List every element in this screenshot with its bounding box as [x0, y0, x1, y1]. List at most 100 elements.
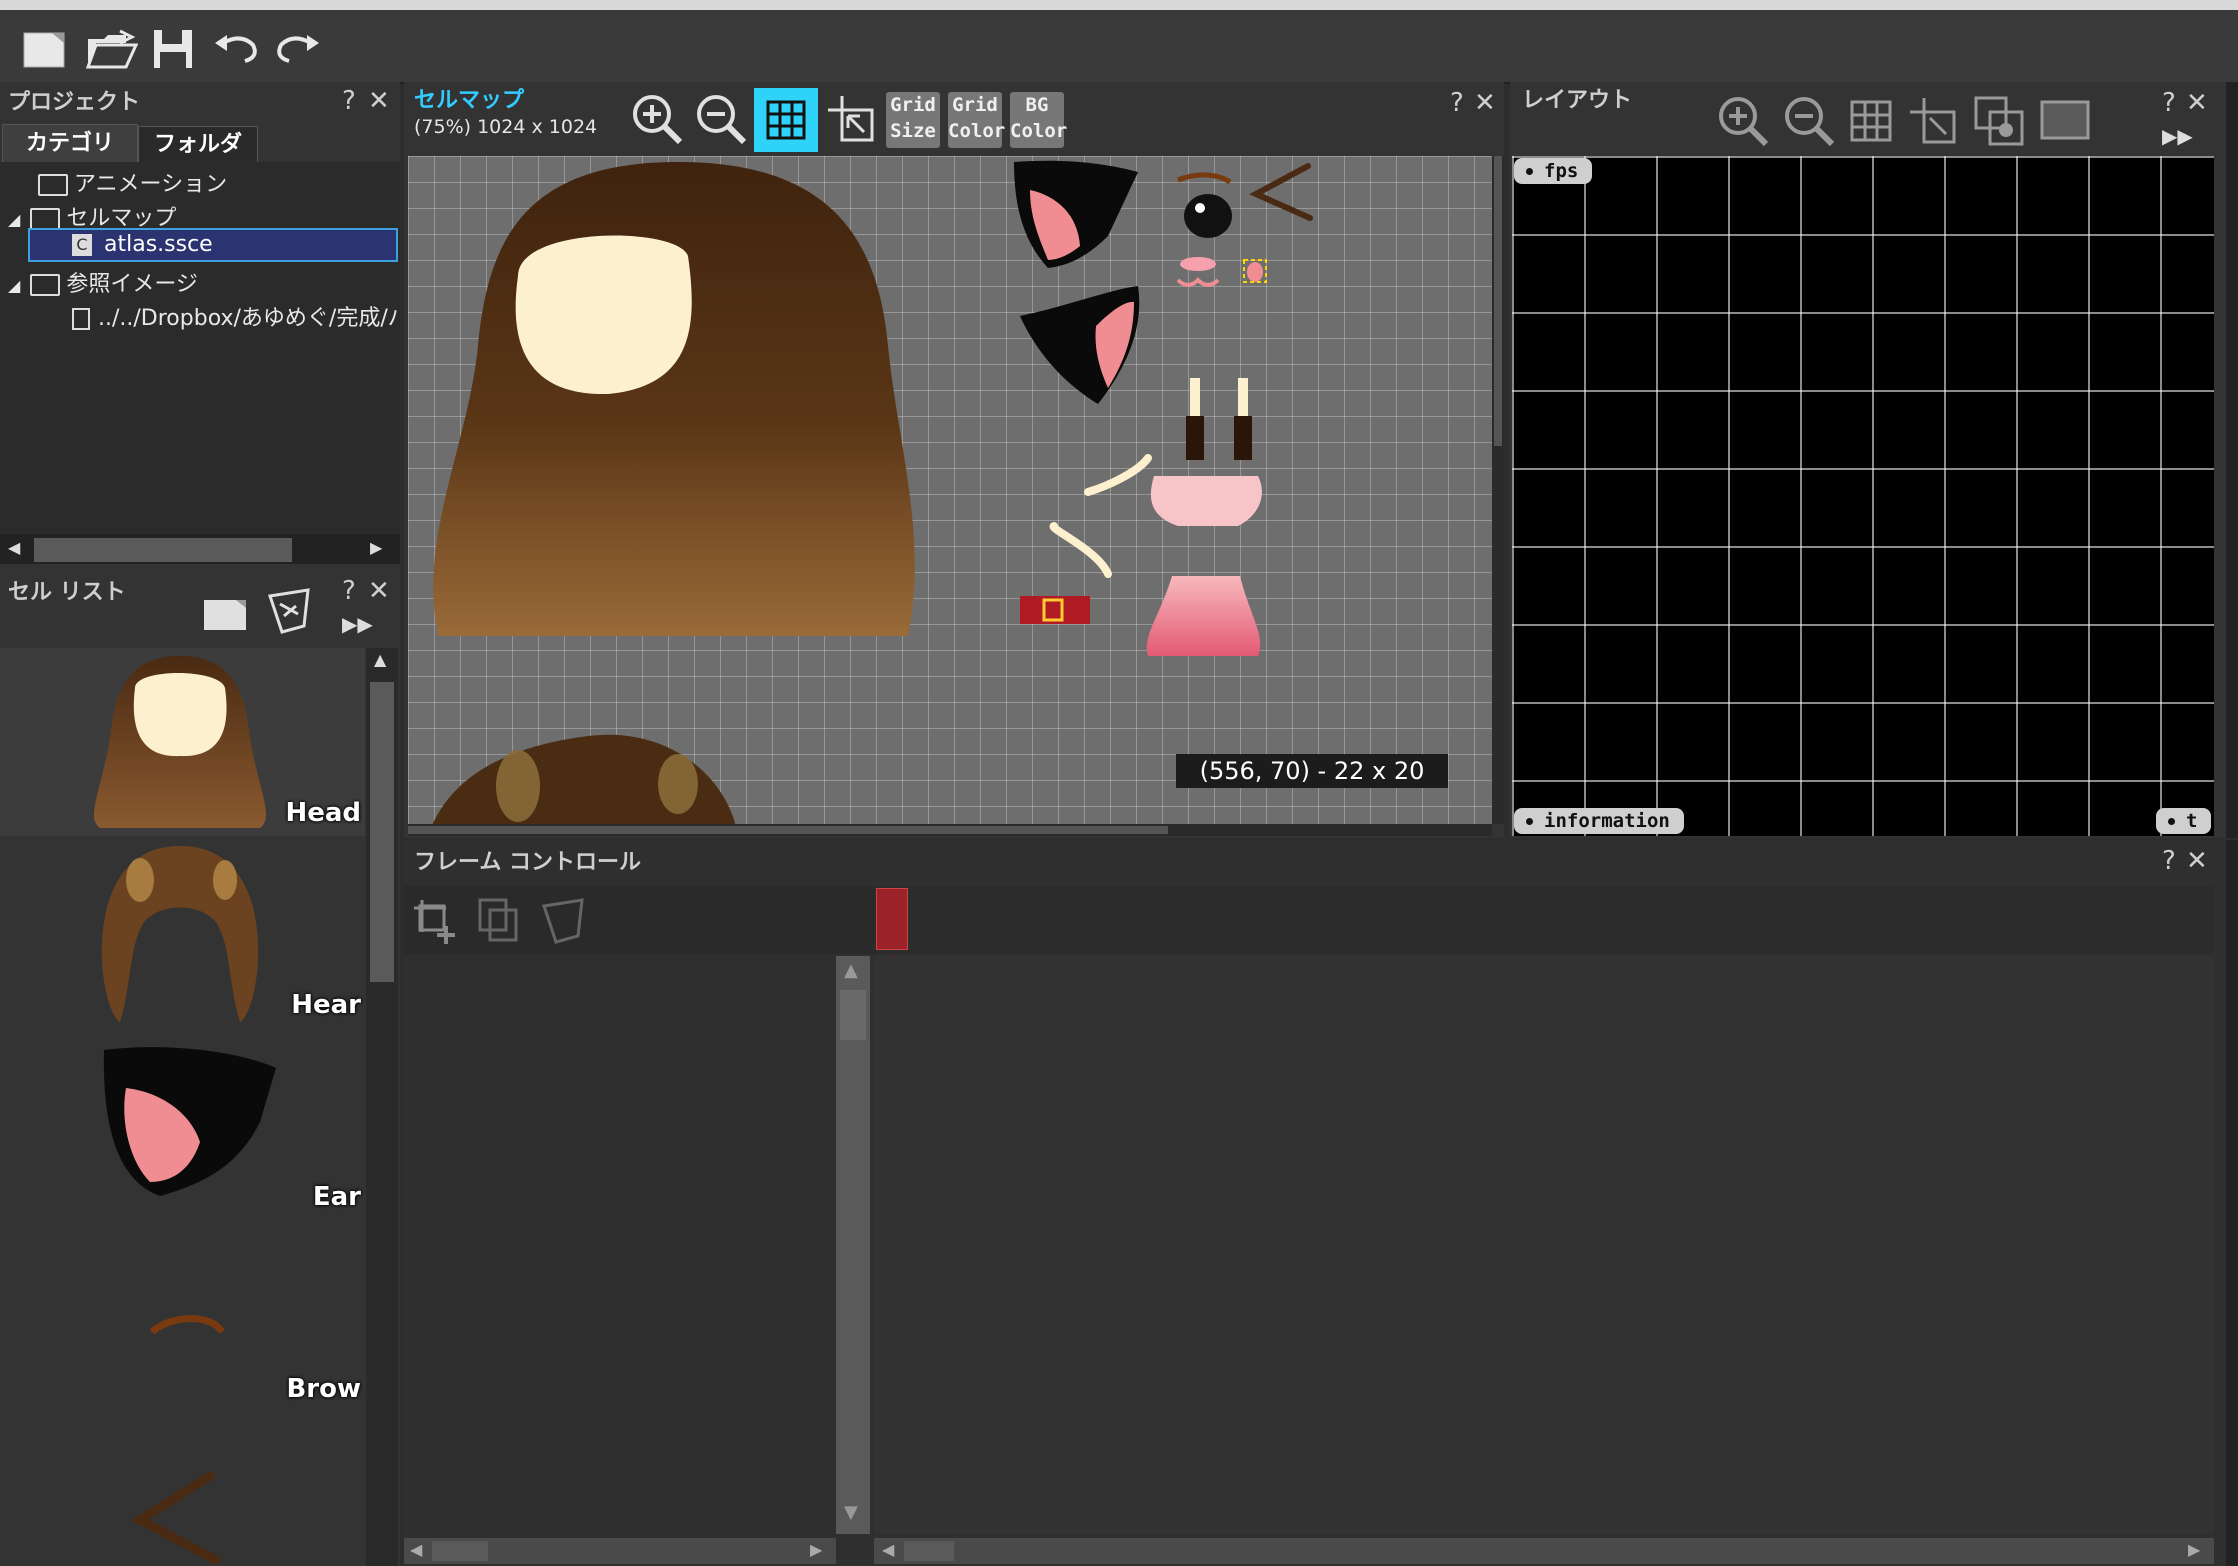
cell-item-hear[interactable]: Hear	[0, 840, 365, 1028]
new-cell-button[interactable]	[202, 592, 248, 632]
cell-item-head[interactable]: Head	[0, 648, 365, 836]
layout-right-tab[interactable]: t	[2156, 808, 2212, 834]
grid-color-label-bottom: Color	[948, 120, 1006, 142]
cellmap-hscrollbar[interactable]	[408, 824, 1492, 836]
grid-toggle-button[interactable]	[754, 88, 818, 152]
tab-folder-label: フォルダ	[153, 132, 242, 157]
scroll-down-icon[interactable]: ▼	[844, 1502, 858, 1523]
scroll-right-icon[interactable]: ▶	[810, 1540, 822, 1559]
tab-folder[interactable]: フォルダ	[138, 126, 258, 163]
parts-vscrollbar[interactable]: ▲ ▼	[836, 956, 870, 1534]
expand-panel-icon[interactable]: ▶▶	[342, 612, 373, 636]
layout-panel: レイアウト ? ✕ ▶▶ fps information t	[1510, 82, 2226, 838]
save-button[interactable]	[150, 26, 196, 72]
layout-help-button[interactable]: ?	[2162, 88, 2176, 118]
zoom-in-icon	[633, 95, 683, 145]
add-part-icon	[414, 900, 455, 944]
tree-item-reference-path[interactable]: ../../Dropbox/あゆめぐ/完成/パ	[72, 300, 398, 332]
cellmap-help-button[interactable]: ?	[1450, 88, 1464, 118]
layout-zoom-in-button[interactable]	[1716, 94, 1770, 148]
cell-item-wink[interactable]	[0, 1416, 365, 1566]
trash-icon	[542, 898, 584, 944]
scroll-right-icon[interactable]: ▶	[2188, 1540, 2200, 1559]
scroll-thumb[interactable]	[904, 1541, 954, 1561]
title-bar	[0, 0, 2238, 10]
tab-category[interactable]: カテゴリ	[2, 124, 138, 163]
frame-control-title: フレーム コントロール	[414, 850, 641, 875]
bg-color-label-bottom: Color	[1010, 120, 1068, 142]
tree-item-label: 参照イメージ	[66, 272, 198, 297]
layout-viewport[interactable]	[1512, 156, 2214, 836]
scroll-up-icon[interactable]: ▲	[374, 650, 386, 669]
scroll-thumb[interactable]	[1494, 156, 1502, 446]
delete-cell-button[interactable]	[264, 586, 316, 636]
timeline-ruler[interactable]	[874, 886, 2214, 954]
grid-size-button[interactable]: Grid Size	[886, 92, 940, 148]
layout-grid-button[interactable]	[1846, 96, 1896, 146]
cellmap-close-button[interactable]: ✕	[1474, 88, 1496, 118]
cellmap-vscrollbar[interactable]	[1492, 156, 1504, 824]
cellmap-atlas-image	[432, 160, 1313, 824]
zoom-out-button[interactable]	[694, 92, 748, 146]
layout-title: レイアウト	[1522, 88, 1633, 113]
copy-part-button[interactable]	[474, 896, 524, 946]
scroll-thumb[interactable]	[432, 1541, 488, 1561]
cellmap-canvas[interactable]: (556, 70) - 22 x 20	[408, 156, 1492, 824]
project-close-button[interactable]: ✕	[368, 86, 390, 116]
grid-icon	[1850, 100, 1892, 142]
add-part-button[interactable]	[412, 896, 462, 946]
select-cursor-icon	[828, 96, 874, 142]
project-hscrollbar[interactable]: ◀ ▶	[0, 534, 400, 564]
project-panel-title: プロジェクト	[8, 90, 141, 115]
grid-color-button[interactable]: Grid Color	[948, 92, 1006, 148]
open-folder-button[interactable]	[84, 26, 140, 72]
bg-color-button[interactable]: BG Color	[1010, 92, 1068, 148]
cell-item-brow[interactable]: Brow	[0, 1224, 365, 1412]
select-cursor-icon	[1910, 98, 1956, 144]
information-badge[interactable]: information	[1514, 808, 1684, 834]
scroll-thumb[interactable]	[370, 682, 394, 982]
current-frame-marker[interactable]	[876, 888, 908, 950]
frame-control-help-button[interactable]: ?	[2162, 846, 2176, 876]
scroll-left-icon[interactable]: ◀	[8, 538, 20, 557]
timeline-area[interactable]	[874, 956, 2214, 1534]
delete-part-button[interactable]	[538, 896, 588, 946]
layout-zoom-out-button[interactable]	[1782, 94, 1836, 148]
right-edge-strip	[2226, 82, 2238, 838]
scroll-thumb[interactable]	[408, 826, 1168, 834]
redo-button[interactable]	[274, 26, 324, 72]
scroll-left-icon[interactable]: ◀	[882, 1540, 894, 1559]
cell-item-ear[interactable]: Ear	[0, 1032, 365, 1220]
new-file-button[interactable]	[20, 26, 70, 72]
frame-control-close-button[interactable]: ✕	[2186, 846, 2208, 876]
layout-close-button[interactable]: ✕	[2186, 88, 2208, 118]
layout-screen-capture-button[interactable]	[1972, 94, 2026, 148]
cell-list-vscrollbar[interactable]: ▲	[366, 648, 398, 1566]
tree-item-animation[interactable]: アニメーション	[38, 166, 227, 198]
tree-item-label: アニメーション	[74, 172, 228, 197]
frame-icon	[2040, 100, 2090, 140]
tree-item-atlas[interactable]: C atlas.ssce	[28, 228, 398, 262]
scroll-left-icon[interactable]: ◀	[410, 1540, 422, 1559]
cell-list-title: セル リスト	[8, 580, 126, 605]
layout-select-button[interactable]	[1906, 94, 1960, 148]
cell-list-close-button[interactable]: ✕	[368, 576, 390, 606]
cell-list-help-button[interactable]: ?	[342, 576, 356, 606]
ear-thumbnail-icon	[103, 1047, 276, 1196]
undo-button[interactable]	[210, 26, 260, 72]
scroll-up-icon[interactable]: ▲	[844, 960, 858, 981]
parts-list-area[interactable]	[404, 956, 836, 1534]
scroll-thumb[interactable]	[34, 538, 292, 562]
tree-item-reference[interactable]: ◢ 参照イメージ	[8, 266, 198, 298]
project-help-button[interactable]: ?	[342, 86, 356, 116]
scroll-right-icon[interactable]: ▶	[370, 538, 382, 557]
expand-arrow-icon[interactable]: ◢	[8, 210, 20, 229]
layout-expand-icon[interactable]: ▶▶	[2162, 124, 2193, 148]
parts-hscrollbar[interactable]: ◀ ▶	[404, 1538, 836, 1564]
layout-frame-button[interactable]	[2038, 96, 2092, 146]
scroll-thumb[interactable]	[840, 990, 866, 1040]
expand-arrow-icon[interactable]: ◢	[8, 276, 20, 295]
timeline-hscrollbar[interactable]: ◀ ▶	[874, 1538, 2214, 1564]
select-tool-button[interactable]	[824, 92, 880, 148]
zoom-in-button[interactable]	[630, 92, 684, 146]
